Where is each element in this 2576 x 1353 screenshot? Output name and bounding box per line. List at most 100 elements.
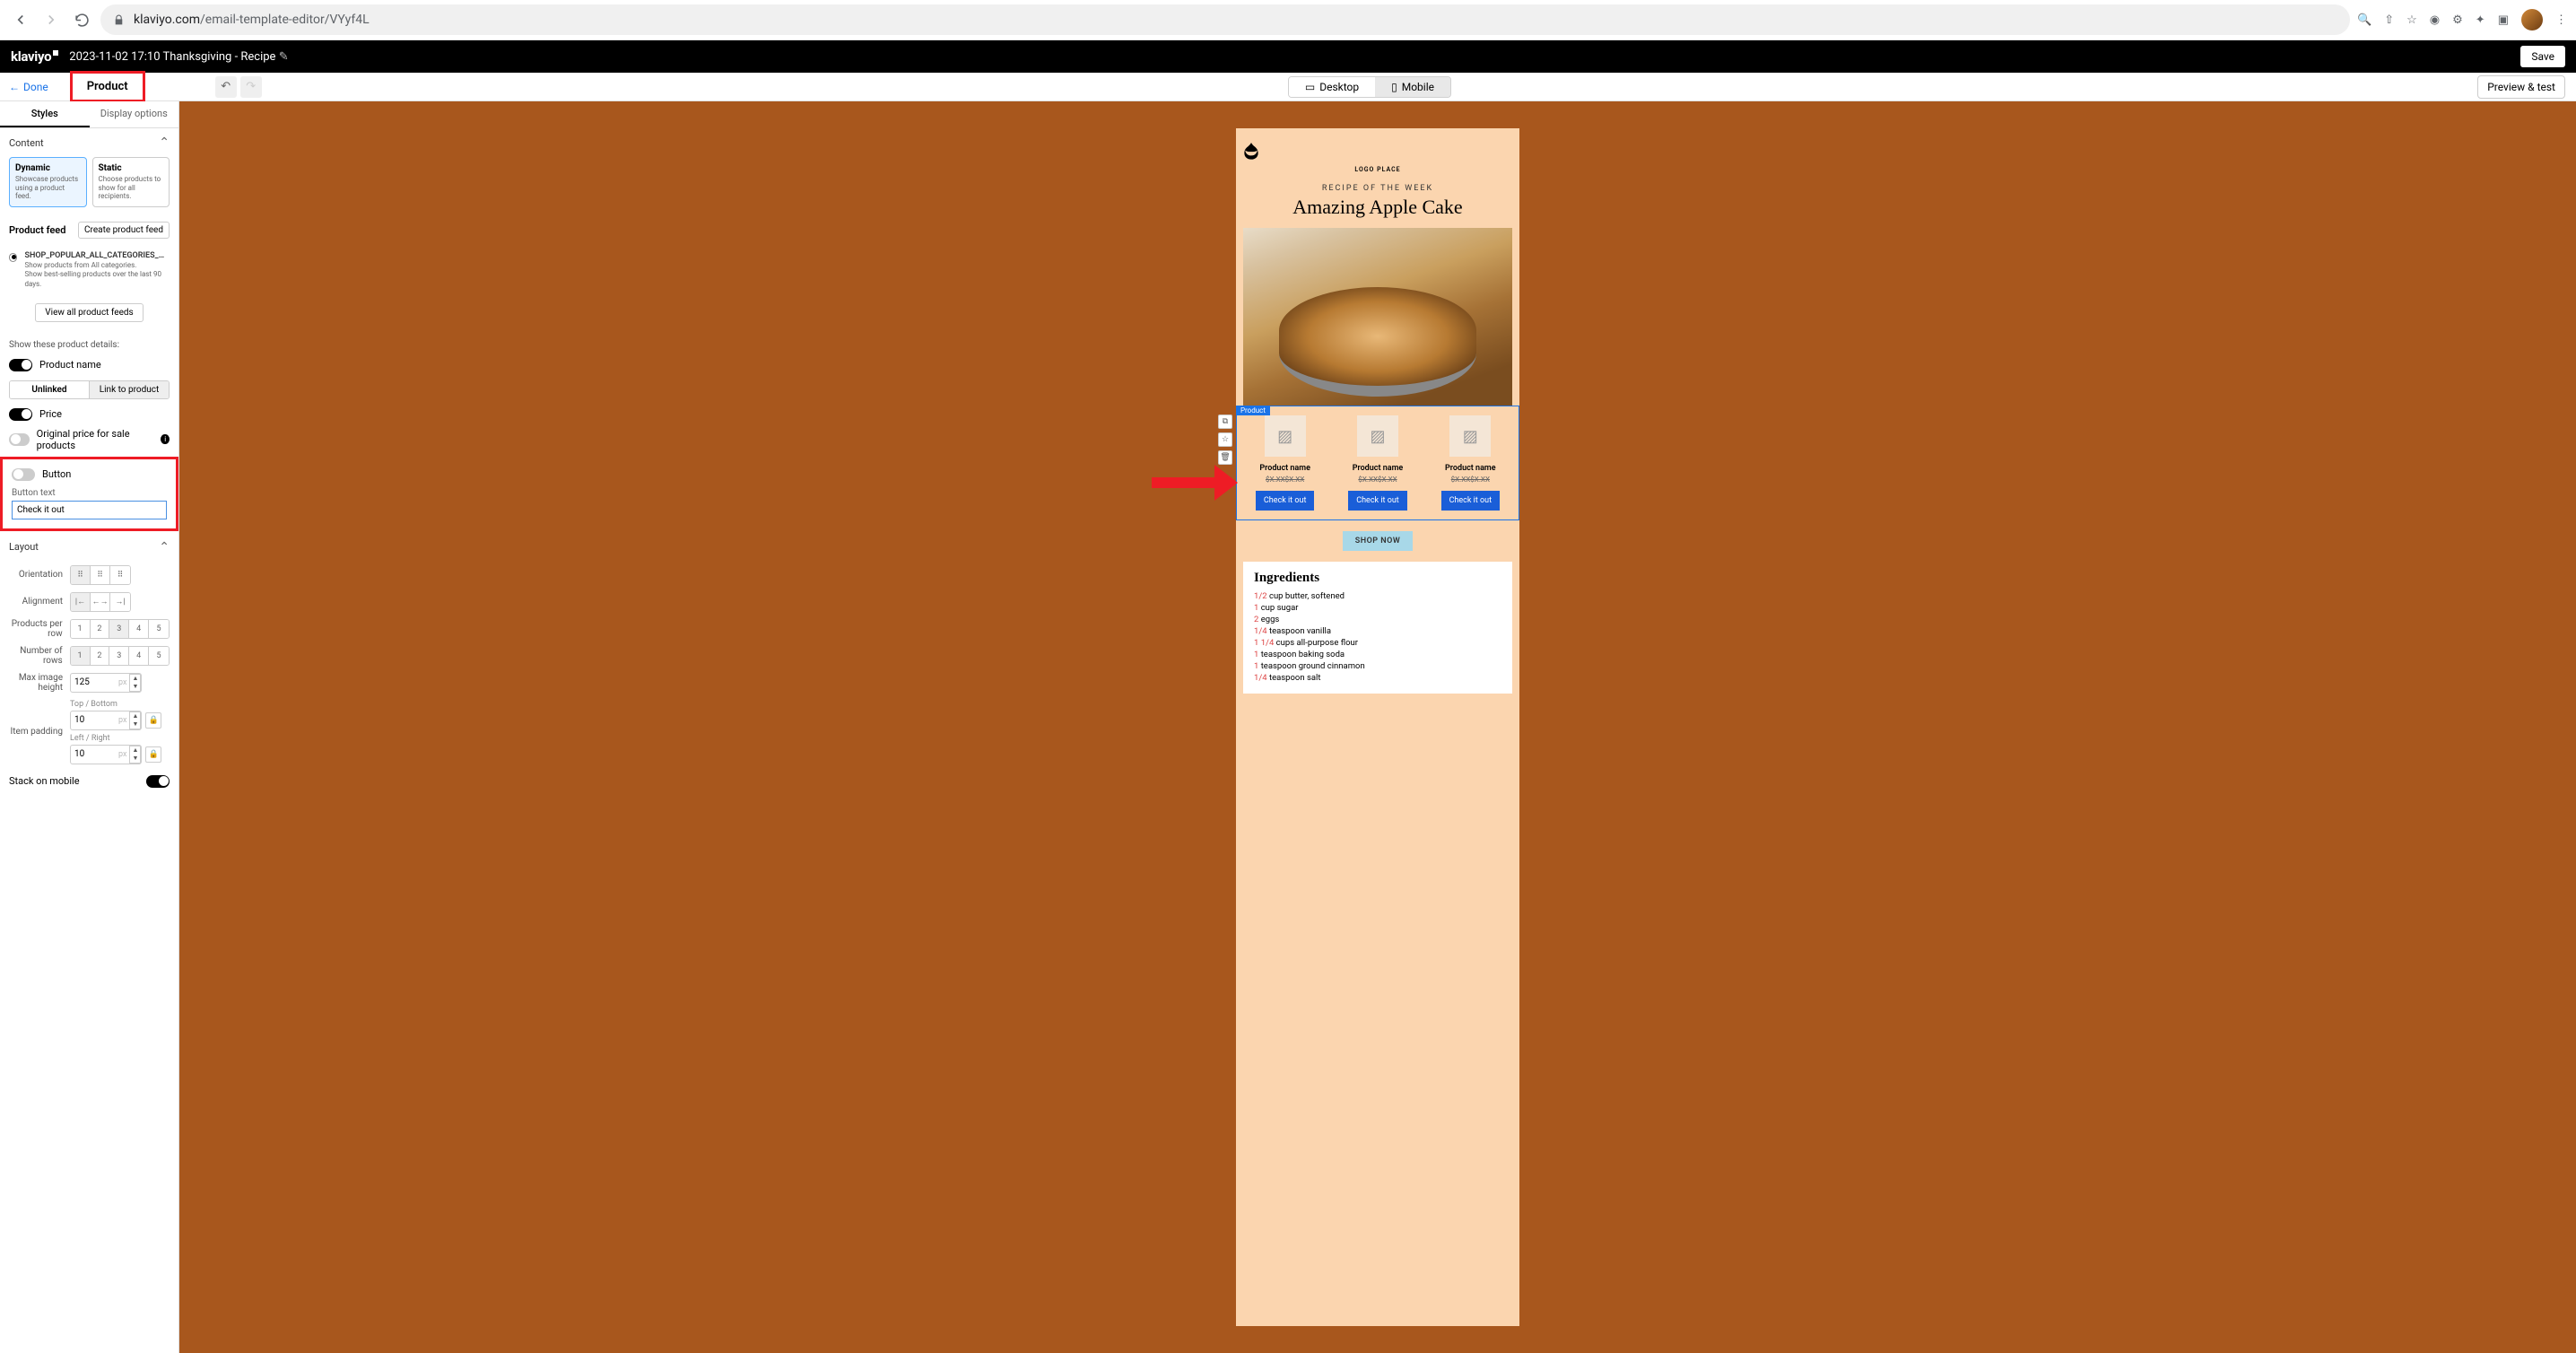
show-details-label: Show these product details: [0,329,178,355]
toggle-button[interactable] [12,468,35,481]
product-cta-button[interactable]: Check it out [1441,491,1501,511]
product-card[interactable]: ▨ Product name $X.XX$X.XX Check it out [1245,415,1326,511]
product-cta-button[interactable]: Check it out [1348,491,1407,511]
view-all-feeds-button[interactable]: View all product feeds [35,303,143,322]
lock-icon [113,14,125,26]
image-placeholder-icon: ▨ [1449,415,1491,457]
content-section-header[interactable]: Content ⌃ [0,128,178,157]
zoom-out-icon[interactable]: 🔍 [2357,13,2371,27]
product-card[interactable]: ▨ Product name $X.XX$X.XX Check it out [1430,415,1510,511]
logo-caption: LOGO PLACE [1236,166,1519,173]
klaviyo-logo[interactable]: klaviyo [11,48,58,65]
orientation-grid2[interactable]: ⠿ [91,566,110,584]
button-text-label: Button text [12,488,167,498]
ppr-3[interactable]: 3 [109,620,129,638]
padding-top-bottom-input[interactable] [71,712,116,728]
settings-gear-icon[interactable]: ⚙ [2452,13,2463,27]
orientation-grid1[interactable]: ⠿ [71,566,91,584]
toggle-product-name[interactable] [9,359,32,371]
ppr-5[interactable]: 5 [149,620,169,638]
tab-styles[interactable]: Styles [0,101,90,127]
create-product-feed-button[interactable]: Create product feed [78,222,170,239]
extensions-puzzle-icon[interactable]: ✦ [2476,13,2485,27]
email-canvas: LOGO PLACE RECIPE OF THE WEEK Amazing Ap… [179,101,2576,1353]
orientation-grid3[interactable]: ⠿ [110,566,130,584]
nor-2[interactable]: 2 [91,647,110,665]
browser-toolbar: klaviyo.com/email-template-editor/VYyf4L… [0,0,2576,40]
edit-title-icon[interactable]: ✎ [279,50,289,64]
image-placeholder-icon: ▨ [1357,415,1398,457]
nor-4[interactable]: 4 [129,647,149,665]
button-settings-highlight: Button Button text [0,457,178,531]
align-right[interactable]: →| [110,593,130,611]
ingredients-title: Ingredients [1254,571,1501,586]
ingredient-line: 1 teaspoon ground cinnamon [1254,661,1501,671]
chevron-up-icon: ⌃ [159,540,170,554]
duplicate-block-icon[interactable]: ⧉ [1218,415,1232,429]
extension-icon[interactable]: ◉ [2430,13,2440,27]
products-per-row-buttons: 1 2 3 4 5 [70,619,170,639]
align-left[interactable]: |← [71,593,91,611]
button-text-input[interactable] [12,501,167,519]
url-domain: klaviyo.com [134,13,200,27]
layout-section-header[interactable]: Layout ⌃ [0,533,178,562]
image-placeholder-icon: ▨ [1265,415,1306,457]
product-block[interactable]: Product ⧉ ☆ 🗑 ▨ Product name $X.XX$X.XX … [1236,406,1519,520]
undo-button[interactable]: ↶ [215,76,237,98]
padding-left-right-input[interactable] [71,746,116,762]
ppr-2[interactable]: 2 [91,620,110,638]
ppr-1[interactable]: 1 [71,620,91,638]
feed-radio-button[interactable] [9,253,17,262]
content-dynamic-card[interactable]: Dynamic Showcase products using a produc… [9,157,87,207]
selected-product-feed[interactable]: SHOP_POPULAR_ALL_CATEGORIES_UNPER... Sho… [0,244,178,296]
toggle-original-price[interactable] [9,433,30,446]
align-center[interactable]: ←→ [91,593,110,611]
logo-icon [1236,141,1266,164]
done-link[interactable]: Done [9,81,48,93]
nor-3[interactable]: 3 [109,647,129,665]
lr-stepper[interactable]: ▲▼ [129,746,141,764]
product-cta-button[interactable]: Check it out [1256,491,1315,511]
browser-forward-button[interactable] [39,8,63,31]
delete-block-icon[interactable]: 🗑 [1218,450,1232,465]
device-preview-toggle: ▭ Desktop ▯ Mobile [1288,76,1451,98]
template-title: 2023-11-02 17:10 Thanksgiving - Recipe ✎ [69,50,288,64]
share-icon[interactable]: ⇧ [2384,13,2394,27]
link-mode-product[interactable]: Link to product [90,381,169,398]
hero-image[interactable] [1243,228,1512,406]
link-mode-unlinked[interactable]: Unlinked [10,381,90,398]
toggle-stack-mobile[interactable] [146,775,170,788]
info-icon[interactable]: i [161,434,170,444]
number-of-rows-buttons: 1 2 3 4 5 [70,646,170,666]
ingredient-line: 2 eggs [1254,615,1501,624]
browser-address-bar[interactable]: klaviyo.com/email-template-editor/VYyf4L [100,4,2350,35]
nor-5[interactable]: 5 [149,647,169,665]
ppr-4[interactable]: 4 [129,620,149,638]
save-button[interactable]: Save [2520,46,2565,67]
browser-reload-button[interactable] [70,8,93,31]
desktop-preview-button[interactable]: ▭ Desktop [1289,77,1375,97]
padding-lock-icon[interactable]: 🔒 [145,712,161,729]
browser-menu-icon[interactable]: ⋮ [2555,13,2567,27]
content-static-card[interactable]: Static Choose products to show for all r… [92,157,170,207]
bookmark-star-icon[interactable]: ☆ [2406,13,2417,27]
preview-test-button[interactable]: Preview & test [2477,75,2565,99]
block-float-toolbar: ⧉ ☆ 🗑 [1218,415,1232,465]
nor-1[interactable]: 1 [71,647,91,665]
url-path: /email-template-editor/VYyf4L [200,13,370,27]
max-image-height-input[interactable] [71,675,116,690]
tab-product[interactable]: Product [70,71,145,102]
ingredients-block[interactable]: Ingredients 1/2 cup butter, softened1 cu… [1243,562,1512,694]
shop-now-button[interactable]: SHOP NOW [1343,531,1414,551]
tab-display-options[interactable]: Display options [90,101,179,127]
browser-back-button[interactable] [9,8,32,31]
tb-stepper[interactable]: ▲▼ [129,711,141,729]
padding-lock-icon[interactable]: 🔒 [145,746,161,763]
favorite-block-icon[interactable]: ☆ [1218,432,1232,447]
max-height-stepper[interactable]: ▲▼ [129,674,141,692]
toggle-price[interactable] [9,408,32,421]
panel-icon[interactable]: ▣ [2498,13,2509,27]
mobile-preview-button[interactable]: ▯ Mobile [1375,77,1450,97]
product-card[interactable]: ▨ Product name $X.XX$X.XX Check it out [1337,415,1418,511]
profile-avatar[interactable] [2521,9,2543,31]
